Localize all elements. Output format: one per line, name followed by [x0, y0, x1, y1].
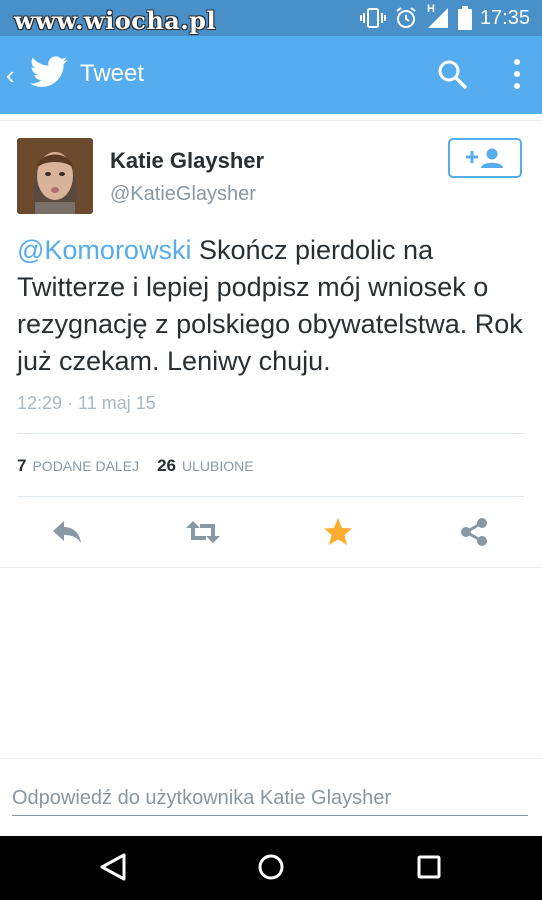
stats-divider-bottom	[17, 496, 524, 497]
mention-link[interactable]: @Komorowski	[17, 235, 191, 265]
avatar[interactable]	[17, 138, 93, 214]
status-icons: H 17:35	[359, 3, 530, 31]
retweets-count[interactable]: 7	[17, 456, 26, 476]
favorite-star-icon[interactable]	[322, 516, 354, 548]
reply-input[interactable]	[12, 782, 528, 816]
favorites-label[interactable]: ULUBIONE	[182, 458, 254, 474]
reply-divider	[0, 758, 542, 759]
favorites-count[interactable]: 26	[157, 456, 176, 476]
system-nav-bar	[0, 836, 542, 900]
author-handle[interactable]: @KatieGlaysher	[110, 183, 256, 206]
nav-recents-icon[interactable]	[414, 852, 444, 882]
actions-divider	[0, 567, 542, 568]
stats-divider-top	[17, 433, 524, 434]
watermark: www.wiocha.pl	[14, 6, 217, 35]
follow-user-icon	[466, 148, 503, 168]
tweet-timestamp: 12:29 · 11 maj 15	[17, 393, 156, 413]
clock: 17:35	[479, 6, 530, 29]
follow-button[interactable]	[448, 138, 522, 178]
alarm-icon	[396, 7, 416, 28]
tweet-text: @Komorowski Skończ pierdolic na Twitterz…	[17, 232, 527, 380]
author-name[interactable]: Katie Glaysher	[110, 148, 264, 174]
back-chevron-icon[interactable]: ‹	[6, 60, 15, 91]
retweets-label[interactable]: PODANE DALEJ	[32, 458, 139, 474]
status-bar: www.wiocha.pl H 17:35	[0, 0, 542, 36]
search-icon[interactable]	[436, 58, 468, 90]
app-bar: ‹ Tweet	[0, 36, 542, 114]
screen-title: Tweet	[80, 60, 145, 87]
twitter-bird-icon[interactable]	[30, 56, 68, 88]
header-divider	[0, 120, 542, 121]
signal-icon: H	[426, 3, 450, 30]
share-icon[interactable]	[458, 516, 490, 548]
tweet-stats: 7 PODANE DALEJ 26 ULUBIONE	[17, 456, 272, 476]
network-type-label: H	[426, 3, 435, 15]
nav-back-icon[interactable]	[98, 852, 128, 882]
battery-icon	[457, 6, 472, 30]
retweet-icon[interactable]	[184, 516, 222, 548]
nav-home-icon[interactable]	[256, 852, 286, 882]
reply-icon[interactable]	[50, 516, 84, 548]
vibrate-icon	[359, 8, 386, 28]
more-vert-icon[interactable]	[508, 56, 526, 92]
